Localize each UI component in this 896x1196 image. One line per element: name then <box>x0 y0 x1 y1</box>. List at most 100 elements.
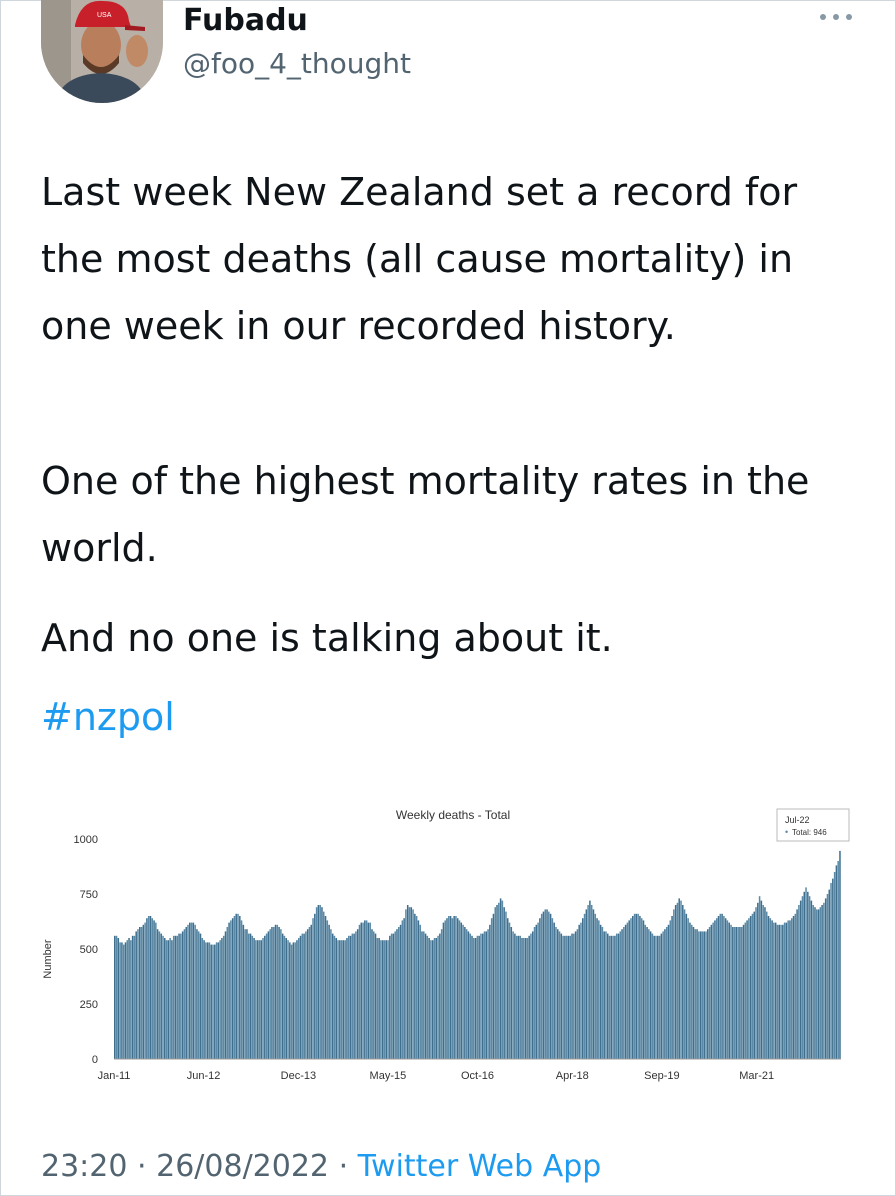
tweet-source-link[interactable]: Twitter Web App <box>358 1149 602 1184</box>
bar <box>605 931 607 1059</box>
bar <box>728 922 730 1059</box>
bar <box>801 896 804 1059</box>
bar <box>564 935 566 1059</box>
bar <box>433 938 436 1059</box>
display-name[interactable]: Fubadu <box>183 3 308 38</box>
tweet-card: USA Fubadu @foo_4_thought Last week New … <box>0 0 896 1196</box>
bar <box>190 922 193 1059</box>
bar <box>698 931 700 1059</box>
bar <box>714 920 716 1059</box>
bar <box>221 938 223 1059</box>
bar <box>242 924 245 1059</box>
bar <box>206 942 209 1059</box>
hashtag-link[interactable]: #nzpol <box>41 684 175 751</box>
bar <box>449 916 452 1059</box>
more-horizontal-icon[interactable] <box>811 5 861 29</box>
bar <box>364 920 366 1059</box>
bar <box>785 922 788 1059</box>
bar <box>655 935 657 1059</box>
bar <box>192 922 195 1059</box>
bar <box>774 922 777 1059</box>
separator-dot: · <box>338 1149 349 1184</box>
bar <box>562 935 564 1059</box>
bar <box>389 935 391 1059</box>
chart-tooltip: Jul-22 • Total: 946 <box>776 808 850 842</box>
bar <box>301 933 304 1059</box>
bar <box>367 922 370 1059</box>
bar <box>122 944 125 1059</box>
bar <box>280 929 282 1059</box>
bar <box>303 933 305 1059</box>
bar <box>130 940 132 1059</box>
bar <box>596 918 598 1059</box>
handle[interactable]: @foo_4_thought <box>183 47 411 80</box>
bar <box>187 924 189 1059</box>
bar <box>315 907 318 1059</box>
tooltip-value: Total: 946 <box>792 828 827 837</box>
bar <box>155 922 157 1059</box>
bar <box>237 913 239 1059</box>
bar <box>274 924 277 1059</box>
bar <box>501 900 504 1059</box>
bar <box>773 922 775 1059</box>
bar <box>442 922 445 1059</box>
bar <box>753 911 755 1059</box>
bar <box>314 913 316 1059</box>
bar <box>649 931 652 1059</box>
bar <box>473 938 475 1059</box>
bar <box>381 940 384 1059</box>
bar <box>212 944 214 1059</box>
bar <box>333 935 336 1059</box>
bar <box>285 938 287 1059</box>
bar <box>567 935 570 1059</box>
bar <box>608 935 611 1059</box>
bar <box>517 935 520 1059</box>
bar <box>676 902 679 1059</box>
bar <box>376 938 379 1059</box>
bar <box>415 916 418 1059</box>
y-tick-label: 1000 <box>74 834 98 846</box>
bar <box>358 924 361 1059</box>
bar <box>528 935 530 1059</box>
bar <box>439 933 441 1059</box>
x-tick-label: Apr-18 <box>556 1070 589 1082</box>
bar <box>542 911 545 1059</box>
bar <box>278 927 280 1059</box>
bar <box>478 935 480 1059</box>
bar <box>414 913 416 1059</box>
bar <box>708 927 711 1059</box>
bar <box>807 891 809 1059</box>
bar <box>839 850 841 1059</box>
bar <box>717 916 720 1059</box>
bar <box>821 905 823 1059</box>
bar <box>312 918 314 1059</box>
bar <box>778 924 780 1059</box>
bar <box>196 929 198 1059</box>
bar <box>565 935 568 1059</box>
bar <box>265 933 268 1059</box>
tweet-time[interactable]: 23:20 <box>41 1149 127 1184</box>
bar <box>665 927 668 1059</box>
bar <box>694 929 697 1059</box>
bar <box>373 931 375 1059</box>
tweet-paragraph-3: And no one is talking about it. <box>41 616 613 660</box>
tooltip-date: Jul-22 <box>785 815 810 825</box>
bar <box>780 924 782 1059</box>
bar <box>360 922 363 1059</box>
bar <box>537 922 539 1059</box>
bar <box>335 938 338 1059</box>
tweet-paragraph-1: Last week New Zealand set a record for t… <box>41 170 798 348</box>
bar <box>671 916 673 1059</box>
bar <box>249 933 252 1059</box>
bar <box>762 905 764 1059</box>
bar <box>612 935 614 1059</box>
bar <box>805 887 807 1059</box>
x-tick-label: Sep-19 <box>644 1070 679 1082</box>
bar <box>305 931 307 1059</box>
bar <box>156 929 159 1059</box>
tweet-date[interactable]: 26/08/2022 <box>156 1149 329 1184</box>
bar <box>819 907 822 1059</box>
bar <box>799 900 802 1059</box>
bar <box>119 942 121 1059</box>
avatar[interactable]: USA <box>41 0 163 103</box>
